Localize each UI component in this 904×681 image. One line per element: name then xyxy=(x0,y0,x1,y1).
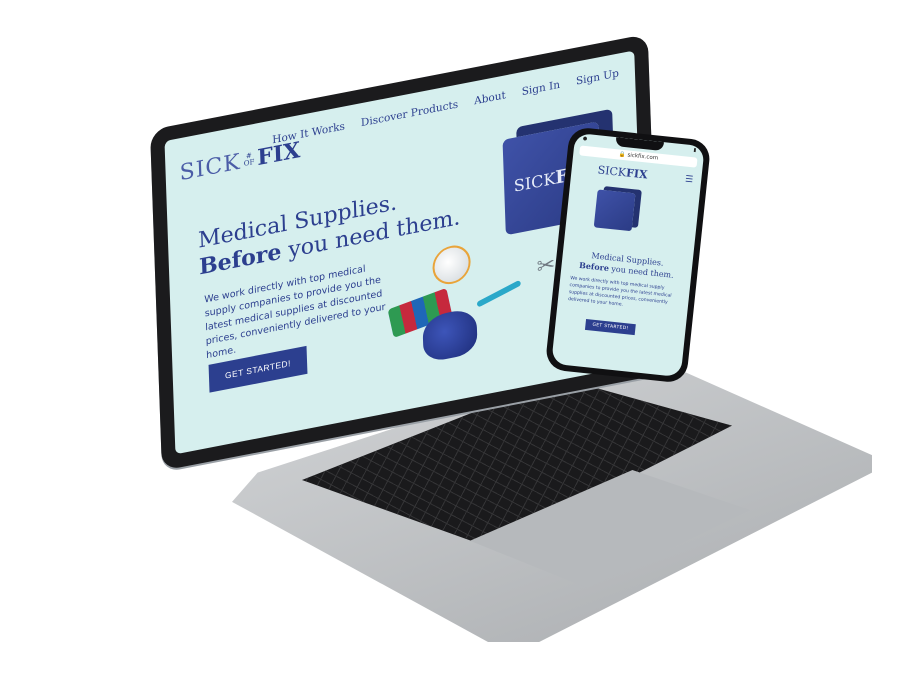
site-logo[interactable]: SICK # OF FIX xyxy=(179,137,300,186)
nav-sign-in[interactable]: Sign In xyxy=(522,79,561,98)
scissors-icon: ✂ xyxy=(536,251,556,281)
thermometer-image xyxy=(476,279,522,308)
logo-sick-text: SICK xyxy=(179,149,242,186)
phone-device: ● ▮ 🔒 sickfix.com SICKFIX ☰ Medical Suppl… xyxy=(544,126,712,384)
nav-about[interactable]: About xyxy=(474,89,506,107)
hamburger-menu-icon[interactable]: ☰ xyxy=(685,175,694,186)
nav-sign-up[interactable]: Sign Up xyxy=(576,67,619,87)
phone-product-box-image xyxy=(593,189,636,232)
phone-logo[interactable]: SICKFIX xyxy=(597,163,648,181)
lock-icon: 🔒 xyxy=(618,151,626,159)
nav-discover-products[interactable]: Discover Products xyxy=(361,98,459,129)
phone-get-started-button[interactable]: GET STARTED! xyxy=(584,318,636,336)
device-mockup-scene: SICK # OF FIX How It Works Discover Prod… xyxy=(0,0,904,681)
hero-title: Medical Supplies. Before you need them. xyxy=(197,190,461,281)
logo-mid-text: # OF xyxy=(243,151,255,168)
phone-website: ● ▮ 🔒 sickfix.com SICKFIX ☰ Medical Suppl… xyxy=(551,132,705,378)
phone-url-text: sickfix.com xyxy=(627,152,659,162)
face-mask-image xyxy=(431,242,472,288)
phone-hero-description: We work directly with top medical supply… xyxy=(567,276,672,308)
nav-how-it-works[interactable]: How It Works xyxy=(272,120,345,146)
